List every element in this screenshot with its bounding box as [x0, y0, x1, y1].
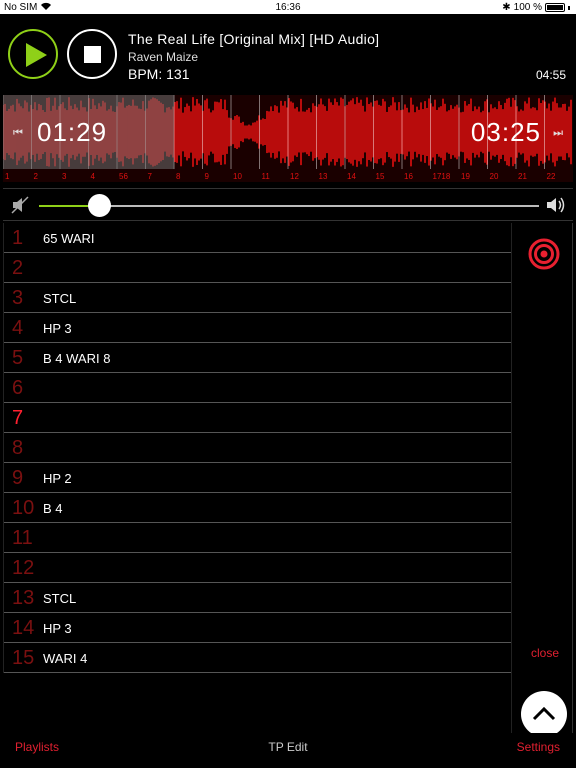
marker-label: 16	[404, 172, 413, 181]
marker-label: 10	[233, 172, 242, 181]
cue-number: 3	[12, 287, 24, 309]
cue-number: 8	[12, 437, 24, 459]
volume-slider[interactable]	[39, 194, 539, 217]
marker-label: 14	[347, 172, 356, 181]
close-link[interactable]: close	[531, 646, 559, 660]
fast-forward-icon[interactable]: ⏭	[553, 127, 563, 140]
track-bpm: BPM: 131	[128, 66, 190, 82]
marker-label: 15	[376, 172, 385, 181]
mute-icon[interactable]	[11, 195, 31, 215]
marker-label: 12	[290, 172, 299, 181]
volume-bar	[3, 188, 573, 221]
battery-indicator: ✱ 100 %	[502, 2, 570, 13]
speaker-icon[interactable]	[545, 195, 567, 215]
list-item[interactable]: 4 HP 3	[4, 313, 511, 343]
player-header: The Real Life [Original Mix] [HD Audio] …	[0, 14, 576, 92]
marker-label: 22	[547, 172, 556, 181]
status-bar: No SIM 16:36 ✱ 100 %	[0, 0, 576, 14]
cue-number: 4	[12, 317, 24, 339]
marker-label: 13	[319, 172, 328, 181]
bluetooth-icon: ✱	[502, 2, 511, 13]
elapsed-time: 01:29	[37, 117, 108, 147]
list-item[interactable]: 7	[4, 403, 511, 433]
track-artist: Raven Maize	[128, 50, 199, 64]
cue-number: 14	[12, 617, 35, 639]
cue-number: 12	[12, 557, 35, 579]
list-item[interactable]: 2	[4, 253, 511, 283]
marker-label: 11	[262, 172, 271, 181]
settings-tab[interactable]: Settings	[517, 740, 560, 754]
side-panel: close	[511, 223, 573, 733]
volume-knob[interactable]	[88, 194, 111, 217]
status-time: 16:36	[275, 2, 301, 13]
list-item[interactable]: 3 STCL	[4, 283, 511, 313]
list-item[interactable]: 15 WARI 4	[4, 643, 511, 673]
cue-label: STCL	[43, 591, 77, 606]
cue-number: 10	[12, 497, 35, 519]
cue-label: WARI 4	[43, 651, 88, 666]
list-item[interactable]: 8	[4, 433, 511, 463]
list-item[interactable]: 14 HP 3	[4, 613, 511, 643]
stop-icon	[84, 46, 101, 63]
tp-edit-tab[interactable]: TP Edit	[0, 740, 576, 754]
list-item[interactable]: 5 B 4 WARI 8	[4, 343, 511, 373]
marker-label: 20	[490, 172, 499, 181]
list-item[interactable]: 10 B 4	[4, 493, 511, 523]
stop-button[interactable]	[67, 29, 117, 79]
waveform-scrubber[interactable]: 1234567891011121314151617181920212223 ⏮ …	[3, 95, 573, 182]
cue-number: 11	[12, 527, 33, 549]
track-title: The Real Life [Original Mix] [HD Audio]	[128, 31, 380, 47]
marker-label: 1	[5, 172, 10, 181]
cue-number: 5	[12, 347, 24, 369]
marker-label: 21	[518, 172, 527, 181]
marker-label: 3	[62, 172, 67, 181]
cue-label: STCL	[43, 291, 77, 306]
battery-tip	[568, 5, 570, 10]
cue-label: B 4 WARI 8	[43, 351, 111, 366]
chevron-up-icon	[532, 706, 556, 721]
cue-label: 65 WARI	[43, 231, 95, 246]
cue-label: B 4	[43, 501, 63, 516]
marker-label: 19	[461, 172, 470, 181]
list-item[interactable]: 6	[4, 373, 511, 403]
cue-number: 2	[12, 257, 24, 279]
rewind-icon[interactable]: ⏮	[13, 127, 23, 140]
battery-icon	[545, 3, 565, 12]
target-icon[interactable]	[528, 238, 560, 270]
cue-label: HP 2	[43, 471, 72, 486]
marker-label: 7	[148, 172, 153, 181]
list-item[interactable]: 12	[4, 553, 511, 583]
marker-label: 8	[176, 172, 181, 181]
scroll-up-button[interactable]	[521, 691, 567, 737]
list-item[interactable]: 1 65 WARI	[4, 223, 511, 253]
cue-label: HP 3	[43, 621, 72, 636]
cue-list: 1 65 WARI 2 3 STCL 4 HP 3 5 B 4 WARI 8 6 7 8 9 HP 2 10…	[3, 223, 511, 673]
cue-number: 7	[12, 407, 24, 429]
cue-number: 13	[12, 587, 35, 609]
cue-number: 6	[12, 377, 24, 399]
marker-label: 56	[119, 172, 128, 181]
track-duration: 04:55	[535, 68, 566, 82]
marker-label: 4	[91, 172, 96, 181]
remaining-time: 03:25	[470, 117, 541, 147]
cue-number: 9	[12, 467, 24, 489]
list-item[interactable]: 11	[4, 523, 511, 553]
cue-label: HP 3	[43, 321, 72, 336]
play-icon	[26, 43, 47, 67]
cue-number: 1	[12, 227, 24, 249]
play-button[interactable]	[8, 29, 58, 79]
list-item[interactable]: 13 STCL	[4, 583, 511, 613]
list-item[interactable]: 9 HP 2	[4, 463, 511, 493]
marker-label: 2	[34, 172, 39, 181]
marker-label: 9	[205, 172, 210, 181]
battery-percent: 100 %	[513, 2, 542, 13]
marker-label: 1718	[433, 172, 451, 181]
bottom-bar: Playlists TP Edit Settings	[0, 733, 576, 768]
cue-number: 15	[12, 647, 35, 669]
